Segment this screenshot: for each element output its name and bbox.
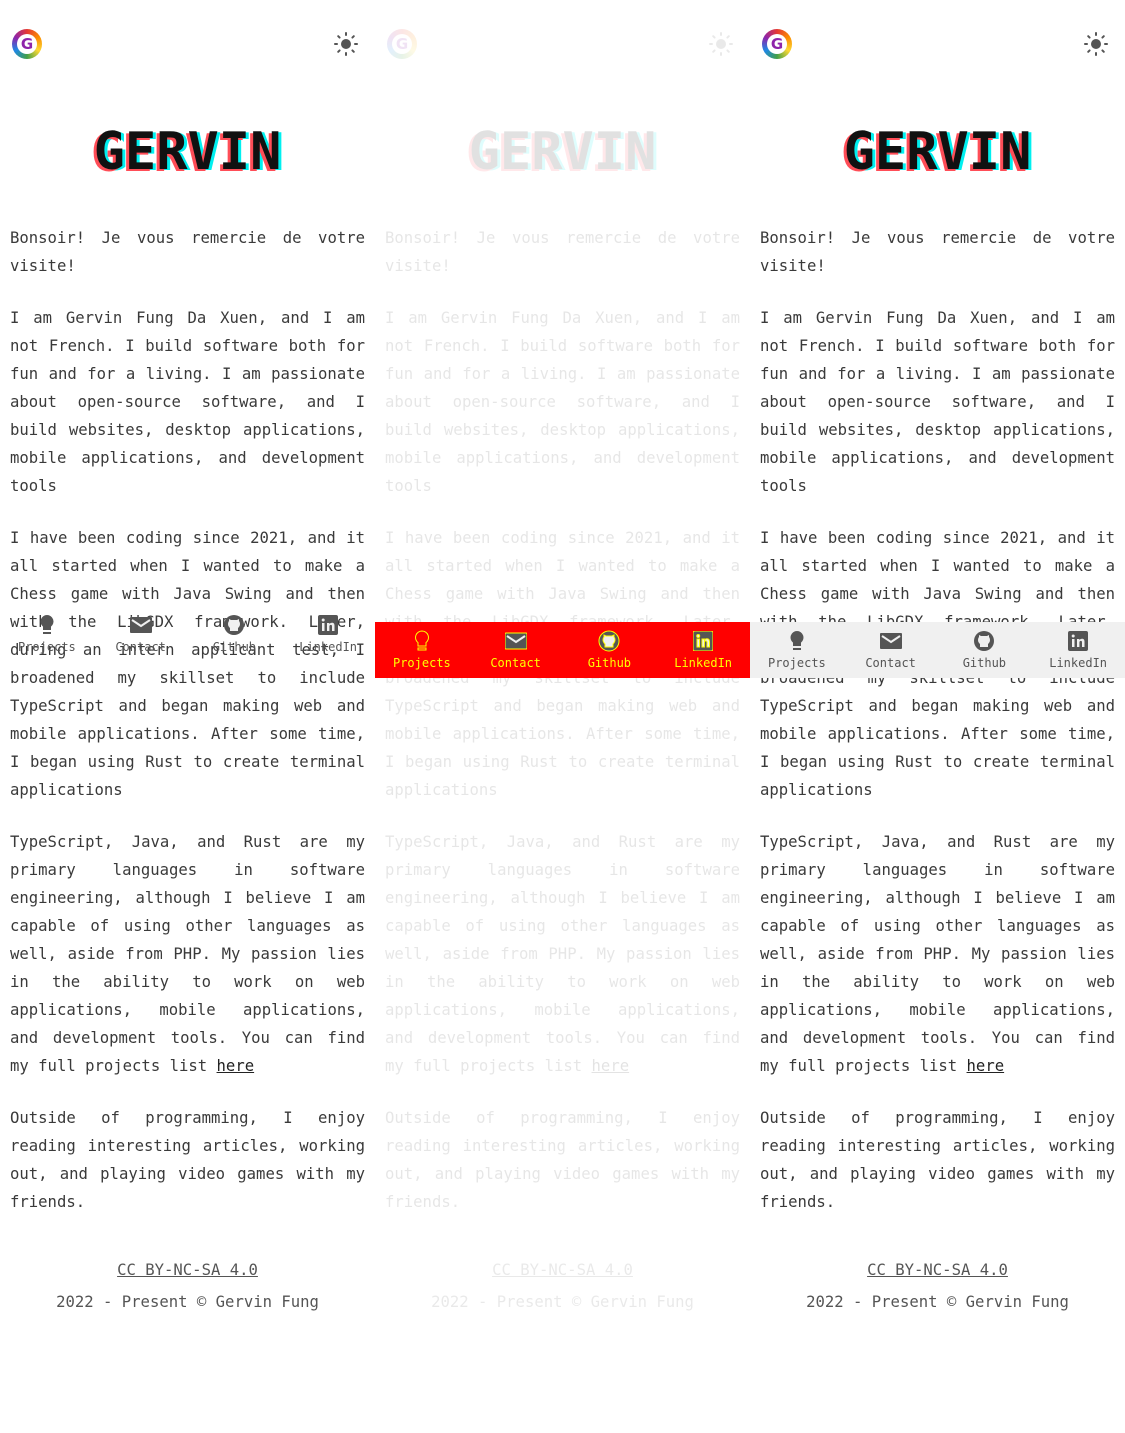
- nav-label: Github: [962, 656, 1007, 670]
- paragraph: Bonsoir! Je vous remercie de votre visit…: [385, 229, 740, 275]
- header: G: [375, 0, 750, 88]
- nav-label: LinkedIn: [299, 640, 358, 654]
- logo[interactable]: G: [762, 29, 792, 59]
- logo[interactable]: G: [12, 29, 42, 59]
- nav-label: Github: [587, 656, 632, 670]
- logo[interactable]: G: [387, 29, 417, 59]
- header: G: [0, 0, 375, 88]
- sun-icon[interactable]: [709, 32, 733, 56]
- license-link[interactable]: CC BY-NC-SA 4.0: [492, 1261, 633, 1279]
- nav-label: Contact: [490, 656, 541, 670]
- nav-contact[interactable]: Contact: [94, 606, 188, 662]
- license-link[interactable]: CC BY-NC-SA 4.0: [867, 1261, 1008, 1279]
- nav-projects[interactable]: Projects: [0, 606, 94, 662]
- nav-github[interactable]: Github: [188, 606, 282, 662]
- linkedin-icon: [692, 630, 714, 652]
- page-title: GERVIN: [468, 122, 657, 182]
- mail-icon: [129, 614, 152, 636]
- paragraph: Outside of programming, I enjoy reading …: [760, 1109, 1115, 1211]
- lightbulb-icon: [786, 630, 808, 652]
- paragraph: TypeScript, Java, and Rust are my primar…: [10, 828, 365, 1080]
- github-icon: [223, 614, 245, 636]
- nav-label: LinkedIn: [674, 656, 733, 670]
- paragraph: TypeScript, Java, and Rust are my primar…: [760, 828, 1115, 1080]
- paragraph: Outside of programming, I enjoy reading …: [10, 1109, 365, 1211]
- logo-letter: G: [767, 34, 787, 54]
- nav-label: Contact: [865, 656, 916, 670]
- sun-icon[interactable]: [1084, 32, 1108, 56]
- paragraph: I have been coding since 2021, and it al…: [10, 529, 365, 799]
- nav-label: Projects: [767, 656, 826, 670]
- paragraph: Bonsoir! Je vous remercie de votre visit…: [760, 229, 1115, 275]
- bottom-nav: Projects Contact Github LinkedIn: [0, 606, 375, 662]
- copyright: 2022 - Present © Gervin Fung: [56, 1293, 319, 1311]
- nav-projects[interactable]: Projects: [375, 622, 469, 678]
- github-icon: [973, 630, 995, 652]
- nav-linkedin[interactable]: LinkedIn: [656, 622, 750, 678]
- paragraph: Bonsoir! Je vous remercie de votre visit…: [10, 229, 365, 275]
- paragraph: I am Gervin Fung Da Xuen, and I am not F…: [385, 309, 740, 495]
- nav-contact[interactable]: Contact: [469, 622, 563, 678]
- footer: CC BY-NC-SA 4.0 2022 - Present © Gervin …: [750, 1254, 1125, 1318]
- linkedin-icon: [1067, 630, 1089, 652]
- mail-icon: [504, 630, 527, 652]
- projects-link[interactable]: here: [967, 1057, 1005, 1075]
- screenshot-panel-before: G GERVIN Bonsoir! Je vous remercie de vo…: [0, 0, 375, 1433]
- screenshot-panel-after: G GERVIN Bonsoir! Je vous remercie de vo…: [750, 0, 1125, 1433]
- linkedin-icon: [317, 614, 339, 636]
- about-content: Bonsoir! Je vous remercie de votre visit…: [750, 224, 1125, 1216]
- paragraph-text: TypeScript, Java, and Rust are my primar…: [760, 833, 1115, 1075]
- paragraph: I am Gervin Fung Da Xuen, and I am not F…: [10, 309, 365, 495]
- projects-link[interactable]: here: [217, 1057, 255, 1075]
- bottom-nav: Projects Contact Github LinkedIn: [375, 622, 750, 678]
- nav-github[interactable]: Github: [563, 622, 657, 678]
- nav-contact[interactable]: Contact: [844, 622, 938, 678]
- about-content: Bonsoir! Je vous remercie de votre visit…: [375, 224, 750, 1216]
- nav-label: Contact: [115, 640, 166, 654]
- paragraph: I am Gervin Fung Da Xuen, and I am not F…: [760, 309, 1115, 495]
- page-title: GERVIN: [843, 122, 1032, 182]
- nav-label: Projects: [17, 640, 76, 654]
- paragraph-text: TypeScript, Java, and Rust are my primar…: [385, 833, 740, 1075]
- screenshot-panel-diff: G GERVIN Bonsoir! Je vous remercie de vo…: [375, 0, 750, 1433]
- mail-icon: [879, 630, 902, 652]
- paragraph-text: TypeScript, Java, and Rust are my primar…: [10, 833, 365, 1075]
- bottom-nav: Projects Contact Github LinkedIn: [750, 622, 1125, 678]
- lightbulb-icon: [36, 614, 58, 636]
- nav-linkedin[interactable]: LinkedIn: [1031, 622, 1125, 678]
- copyright: 2022 - Present © Gervin Fung: [806, 1293, 1069, 1311]
- page-title: GERVIN: [93, 122, 282, 182]
- nav-github[interactable]: Github: [938, 622, 1032, 678]
- paragraph: Outside of programming, I enjoy reading …: [385, 1109, 740, 1211]
- nav-linkedin[interactable]: LinkedIn: [281, 606, 375, 662]
- github-icon: [598, 630, 620, 652]
- footer: CC BY-NC-SA 4.0 2022 - Present © Gervin …: [375, 1254, 750, 1318]
- copyright: 2022 - Present © Gervin Fung: [431, 1293, 694, 1311]
- logo-letter: G: [17, 34, 37, 54]
- lightbulb-icon: [411, 630, 433, 652]
- footer: CC BY-NC-SA 4.0 2022 - Present © Gervin …: [0, 1254, 375, 1318]
- sun-icon[interactable]: [334, 32, 358, 56]
- projects-link[interactable]: here: [592, 1057, 630, 1075]
- nav-label: Projects: [392, 656, 451, 670]
- nav-label: LinkedIn: [1049, 656, 1108, 670]
- logo-letter: G: [392, 34, 412, 54]
- header: G: [750, 0, 1125, 88]
- about-content: Bonsoir! Je vous remercie de votre visit…: [0, 224, 375, 1216]
- paragraph: TypeScript, Java, and Rust are my primar…: [385, 828, 740, 1080]
- nav-label: Github: [212, 640, 257, 654]
- nav-projects[interactable]: Projects: [750, 622, 844, 678]
- license-link[interactable]: CC BY-NC-SA 4.0: [117, 1261, 258, 1279]
